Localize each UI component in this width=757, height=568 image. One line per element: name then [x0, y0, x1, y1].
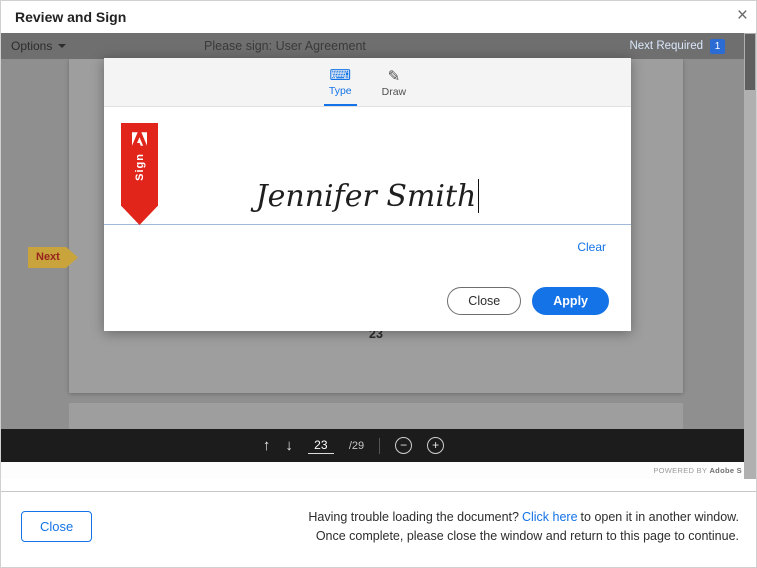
tab-draw[interactable]: ✎ Draw	[377, 58, 412, 106]
chevron-down-icon	[58, 44, 66, 48]
options-label: Options	[11, 39, 52, 53]
click-here-link[interactable]: Click here	[522, 510, 578, 524]
vertical-scrollbar[interactable]	[744, 33, 756, 479]
dialog-buttons: Close Apply	[447, 287, 609, 315]
page-number-input[interactable]	[308, 437, 334, 454]
pen-icon: ✎	[388, 68, 401, 85]
powered-by-strip: POWERED BY Adobe S ▾	[1, 462, 756, 479]
ribbon-sign-label: Sign	[134, 153, 146, 181]
dialog-close-button[interactable]: Close	[447, 287, 521, 315]
tab-type-label: Type	[329, 85, 352, 97]
footer-line1-pre: Having trouble loading the document?	[308, 510, 519, 524]
powered-by-brand: Adobe S	[709, 466, 742, 475]
document-page-next	[69, 403, 683, 429]
footer-line1: Having trouble loading the document?Clic…	[308, 508, 739, 527]
signature-body: Sign Jennifer Smith Clear Close Apply	[104, 107, 631, 330]
signature-dialog: ⌨ Type ✎ Draw Sign Jennifer Smith Clear …	[104, 58, 631, 331]
toolbar-divider	[379, 438, 380, 454]
tab-draw-label: Draw	[382, 86, 407, 98]
next-required-button[interactable]: Next Required 1	[629, 33, 725, 59]
footer-line2: Once complete, please close the window a…	[308, 527, 739, 546]
document-toolbar: Options Please sign: User Agreement Next…	[1, 33, 756, 59]
zoom-out-icon[interactable]: −	[395, 437, 412, 454]
signature-text: Jennifer Smith	[256, 179, 477, 214]
footer-help-text: Having trouble loading the document?Clic…	[308, 508, 739, 546]
title-bar: Review and Sign ×	[1, 1, 756, 33]
signature-tabs: ⌨ Type ✎ Draw	[104, 58, 631, 107]
footer-bar: Close Having trouble loading the documen…	[1, 491, 756, 567]
page-up-icon[interactable]: ↑	[263, 437, 271, 454]
window-title: Review and Sign	[15, 9, 126, 25]
options-dropdown[interactable]: Options	[11, 33, 66, 59]
clear-link[interactable]: Clear	[577, 240, 606, 254]
scrollbar-thumb[interactable]	[745, 34, 755, 90]
pdf-pager-bar: ↑ ↓ /29 − + ›	[1, 429, 756, 462]
signature-input[interactable]: Jennifer Smith	[104, 179, 631, 214]
document-title: Please sign: User Agreement	[204, 39, 366, 53]
footer-close-button[interactable]: Close	[21, 511, 92, 542]
signature-baseline	[104, 224, 631, 225]
pager-controls: ↑ ↓ /29 − +	[263, 437, 444, 454]
page-total-label: /29	[349, 440, 364, 452]
next-required-count-badge: 1	[710, 39, 725, 54]
keyboard-icon: ⌨	[329, 67, 351, 84]
next-required-label: Next Required	[629, 40, 703, 52]
page-down-icon[interactable]: ↓	[285, 437, 293, 454]
review-and-sign-window: Review and Sign × Options Please sign: U…	[0, 0, 757, 568]
close-icon[interactable]: ×	[737, 5, 748, 27]
zoom-in-icon[interactable]: +	[427, 437, 444, 454]
text-cursor	[478, 179, 479, 213]
footer-line1-post: to open it in another window.	[581, 510, 739, 524]
adobe-logo-icon	[132, 132, 147, 146]
tab-type[interactable]: ⌨ Type	[324, 58, 357, 106]
powered-by-prefix: POWERED BY	[653, 466, 707, 475]
apply-button[interactable]: Apply	[532, 287, 609, 315]
powered-by-text: POWERED BY Adobe S	[653, 466, 742, 475]
